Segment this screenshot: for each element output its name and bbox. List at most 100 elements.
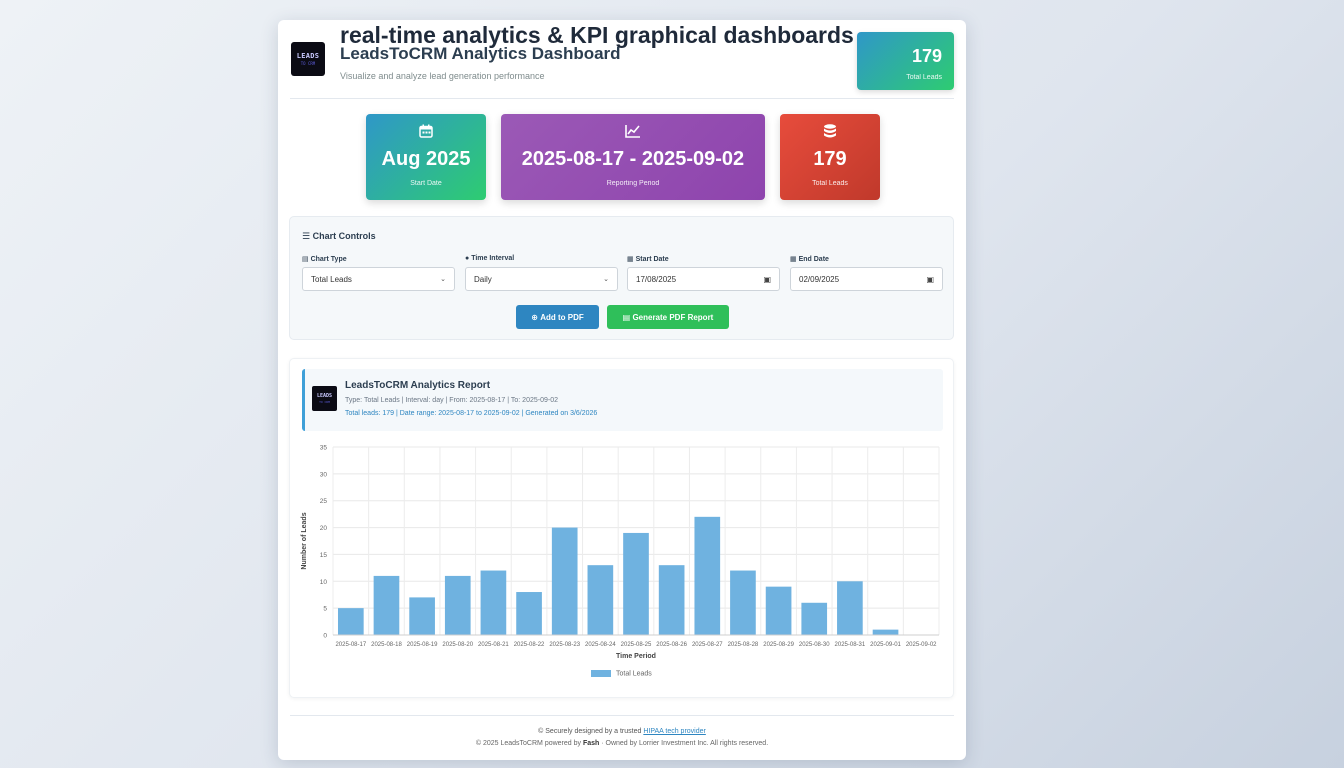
x-tick-label: 2025-08-17 — [335, 642, 366, 648]
start-date-label: ▦ Start Date — [627, 255, 780, 267]
report-header: LEADS TO CRM LeadsToCRM Analytics Report… — [302, 369, 943, 431]
chart-controls: ☰ Chart Controls ▤ Chart Type Total Lead… — [289, 216, 954, 340]
chart-bar — [837, 581, 863, 635]
chart-bar — [587, 565, 614, 635]
calendar-picker-icon[interactable]: ▣ — [763, 275, 771, 284]
x-tick-label: 2025-08-19 — [407, 642, 438, 648]
stat-card-caption: Total Leads — [812, 180, 848, 187]
legend-swatch — [591, 670, 612, 677]
generate-pdf-label: Generate PDF Report — [632, 312, 714, 322]
x-tick-label: 2025-08-26 — [656, 642, 687, 648]
report-logo: LEADS TO CRM — [312, 386, 337, 411]
header-divider — [290, 98, 954, 99]
analytics-report: LEADS TO CRM LeadsToCRM Analytics Report… — [289, 358, 954, 698]
y-tick-label: 0 — [323, 633, 327, 640]
clock-icon: ● — [465, 255, 470, 262]
chart-bar — [551, 527, 578, 635]
x-tick-label: 2025-08-29 — [763, 642, 794, 648]
start-date-value: 17/08/2025 — [636, 274, 677, 284]
stat-card-value: 179 — [813, 148, 847, 170]
logo-text: LEADS — [296, 52, 320, 60]
stat-card-value: 2025-08-17 - 2025-09-02 — [521, 148, 745, 170]
calendar-icon — [366, 124, 486, 140]
stat-card-reporting-period: 2025-08-17 - 2025-09-02 Reporting Period — [501, 114, 765, 200]
end-date-label: ▦ End Date — [790, 255, 943, 267]
chevron-down-icon: ⌄ — [440, 276, 446, 283]
calendar-picker-icon[interactable]: ▣ — [926, 275, 934, 284]
stat-card-value: Aug 2025 — [381, 148, 471, 170]
plus-circle-icon: ⊕ — [531, 312, 538, 322]
chart-bar — [516, 592, 542, 635]
x-tick-label: 2025-08-20 — [442, 642, 473, 648]
y-axis-label: Number of Leads — [301, 512, 308, 569]
x-tick-label: 2025-08-24 — [585, 642, 616, 648]
x-tick-label: 2025-08-23 — [549, 642, 580, 648]
chart-bar — [872, 629, 899, 635]
x-tick-label: 2025-08-31 — [835, 642, 866, 648]
footer-prefix: © Securely designed by a trusted — [538, 728, 644, 735]
interval-field: ● Time Interval Daily ⌄ — [465, 255, 618, 291]
total-leads-badge: 179 Total Leads — [857, 32, 954, 90]
y-tick-label: 20 — [320, 525, 328, 532]
x-tick-label: 2025-09-02 — [906, 642, 937, 648]
chart-bar — [409, 597, 435, 635]
stat-card-start-date: Aug 2025 Start Date — [366, 114, 486, 200]
chart-bar — [373, 575, 400, 635]
footer-line-1: © Securely designed by a trusted HIPAA t… — [278, 728, 966, 735]
x-tick-label: 2025-08-22 — [514, 642, 545, 648]
end-date-input[interactable]: 02/09/2025 ▣ — [790, 267, 943, 291]
interval-select[interactable]: Daily ⌄ — [465, 267, 618, 291]
chart-type-value: Total Leads — [311, 274, 352, 284]
x-tick-label: 2025-09-01 — [870, 642, 901, 648]
chart-bar — [730, 570, 756, 635]
chart-type-select[interactable]: Total Leads ⌄ — [302, 267, 455, 291]
start-date-input[interactable]: 17/08/2025 ▣ — [627, 267, 780, 291]
start-date-field: ▦ Start Date 17/08/2025 ▣ — [627, 255, 780, 291]
add-to-pdf-button[interactable]: ⊕ Add to PDF — [516, 305, 599, 329]
chart-controls-title: ☰ Chart Controls — [302, 231, 376, 242]
logo-subtext: TO CRM — [300, 61, 316, 66]
stat-card-total-leads: 179 Total Leads — [780, 114, 880, 200]
interval-label: ● Time Interval — [465, 255, 618, 267]
y-tick-label: 5 — [323, 606, 327, 613]
chart-bar — [658, 565, 685, 635]
chart-type-field: ▤ Chart Type Total Leads ⌄ — [302, 255, 455, 291]
chart-bar — [765, 586, 792, 635]
generate-pdf-report-button[interactable]: ▤ Generate PDF Report — [607, 305, 729, 329]
chart-bar — [694, 516, 721, 635]
x-axis-label: Time Period — [616, 653, 656, 660]
start-date-label-text: Start Date — [635, 256, 669, 263]
logo-subtext: TO CRM — [319, 400, 330, 404]
footer-divider — [290, 715, 954, 716]
x-tick-label: 2025-08-30 — [799, 642, 830, 648]
y-tick-label: 10 — [320, 579, 328, 586]
chart-type-label-text: Chart Type — [310, 256, 347, 263]
footer-brand[interactable]: Fash — [583, 740, 599, 747]
stat-card-caption: Reporting Period — [606, 180, 660, 187]
chart-bar — [480, 570, 507, 635]
chart-bar — [337, 608, 364, 635]
leads-bar-chart: 0 5 10 15 20 25 30 35 2025-08-17 2025-08-18 2025-0… — [301, 445, 940, 660]
chart-bar — [623, 532, 649, 635]
chart-legend[interactable]: Total Leads — [290, 670, 953, 677]
chart-type-label: ▤ Chart Type — [302, 255, 455, 267]
hipaa-provider-link[interactable]: HIPAA tech provider — [643, 728, 706, 735]
chart-controls-title-text: Chart Controls — [312, 231, 376, 241]
footer-rights: · Owned by Lorrier Investment Inc. All r… — [599, 740, 769, 747]
report-title: LeadsToCRM Analytics Report — [345, 380, 491, 391]
total-leads-badge-value: 179 — [911, 46, 942, 66]
calendar-icon: ▦ — [627, 256, 634, 263]
stat-card-caption: Start Date — [410, 180, 442, 187]
x-tick-label: 2025-08-28 — [728, 642, 759, 648]
chart-bar — [444, 575, 471, 635]
bar-chart-icon: ▤ — [302, 256, 309, 263]
total-leads-badge-label: Total Leads — [906, 74, 942, 81]
report-summary: Total leads: 179 | Date range: 2025-08-1… — [345, 410, 598, 417]
x-tick-label: 2025-08-27 — [692, 642, 723, 648]
footer-line-2: © 2025 LeadsToCRM powered by Fash · Owne… — [278, 740, 966, 747]
chevron-down-icon: ⌄ — [603, 276, 609, 283]
sliders-icon: ☰ — [302, 231, 311, 241]
x-tick-label: 2025-08-25 — [621, 642, 652, 648]
brand-logo[interactable]: LEADS TO CRM — [291, 42, 325, 76]
legend-label: Total Leads — [616, 670, 652, 678]
